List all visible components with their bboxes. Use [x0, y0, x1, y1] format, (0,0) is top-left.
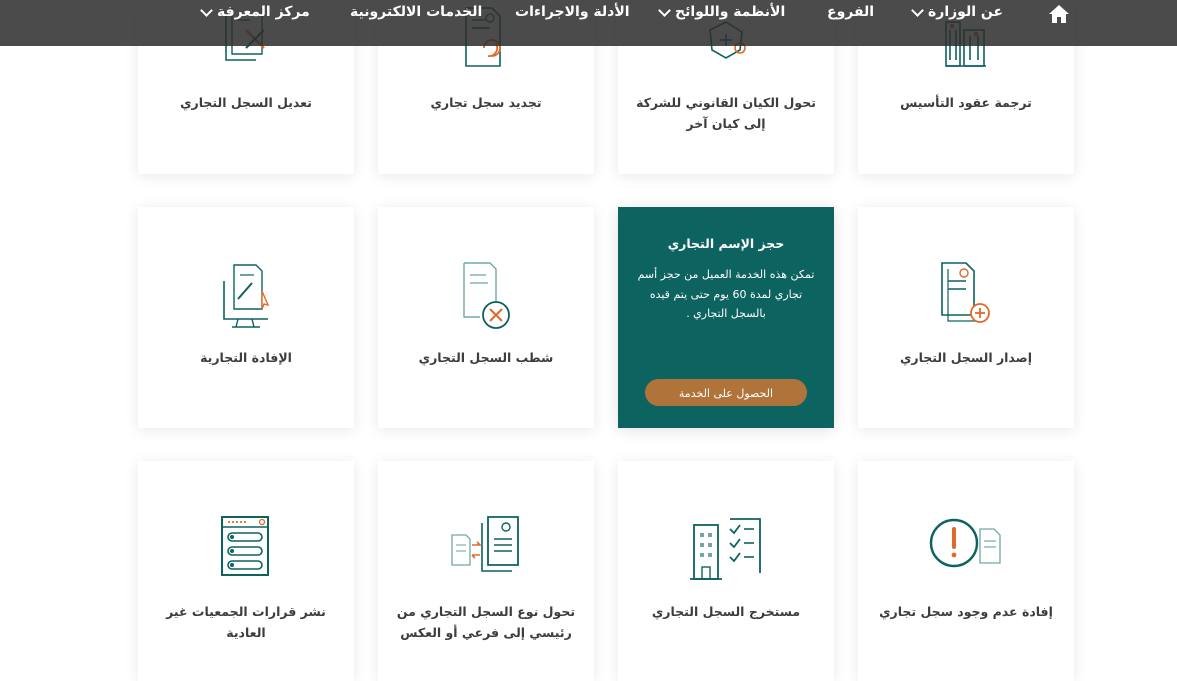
featured-title: حجز الإسم التجاري: [667, 236, 785, 251]
service-card-delete-record[interactable]: شطب السجل التجاري: [378, 207, 594, 428]
service-title: شطب السجل التجاري: [418, 350, 554, 365]
document-exchange-icon: [378, 513, 594, 585]
service-title: تعديل السجل التجاري: [180, 95, 312, 110]
nav-branches-label: الفروع: [827, 4, 875, 20]
service-card-publish-decisions[interactable]: نشر قرارات الجمعيات غير العادية: [138, 461, 354, 681]
nav-guides-label: الأدلة والاجراءات: [515, 4, 630, 20]
service-title: إصدار السجل التجاري: [899, 350, 1033, 365]
form-list-icon: [138, 513, 354, 585]
nav-knowledge-center[interactable]: مركز المعرفة: [200, 3, 310, 23]
service-title: نشر قرارات الجمعيات غير العادية: [166, 604, 326, 640]
nav-e-services[interactable]: الخدمات الالكترونية: [350, 3, 482, 23]
nav-e-services-label: الخدمات الالكترونية: [350, 4, 483, 20]
nav-about-label: عن الوزارة: [928, 4, 1004, 20]
service-card-issue-record[interactable]: إصدار السجل التجاري: [858, 207, 1074, 428]
get-service-button[interactable]: الحصول على الخدمة: [645, 379, 807, 406]
service-title: تجديد سجل تجاري: [430, 95, 542, 110]
service-card-no-record-certificate[interactable]: إفادة عدم وجود سجل تجاري: [858, 461, 1074, 681]
top-navbar: عن الوزارة الفروع الأنظمة واللوائح الأدل…: [0, 0, 1177, 46]
computer-document-icon: [138, 259, 354, 331]
add-document-icon: [858, 259, 1074, 331]
nav-regulations[interactable]: الأنظمة واللوائح: [658, 3, 786, 23]
nav-about-ministry[interactable]: عن الوزارة: [911, 3, 1004, 23]
service-title: تحول الكيان القانوني للشركة إلى كيان آخر: [636, 95, 816, 131]
service-card-commercial-statement[interactable]: الإفادة التجارية: [138, 207, 354, 428]
chevron-down-icon: [200, 4, 213, 17]
featured-description: تمكن هذه الخدمة العميل من حجز أسم تجاري …: [637, 268, 815, 320]
service-title: ترجمة عقود التأسيس: [900, 95, 1032, 110]
service-card-reserve-name-featured[interactable]: حجز الإسم التجاري تمكن هذه الخدمة العميل…: [618, 207, 834, 428]
building-checklist-icon: [618, 513, 834, 585]
nav-regulations-label: الأنظمة واللوائح: [675, 4, 786, 20]
chevron-down-icon: [658, 4, 671, 17]
nav-guides[interactable]: الأدلة والاجراءات: [515, 3, 630, 23]
service-title: الإفادة التجارية: [200, 350, 292, 365]
service-card-record-extract[interactable]: مستخرج السجل التجاري: [618, 461, 834, 681]
exclamation-icon: [858, 513, 1074, 585]
service-card-record-type-transform[interactable]: تحول نوع السجل التجاري من رئيسي إلى فرعي…: [378, 461, 594, 681]
service-title: إفادة عدم وجود سجل تجاري: [879, 604, 1053, 619]
nav-knowledge-label: مركز المعرفة: [217, 4, 310, 20]
home-icon[interactable]: [1048, 4, 1070, 24]
chevron-down-icon: [911, 4, 924, 17]
service-title: مستخرج السجل التجاري: [651, 604, 801, 619]
service-title: تحول نوع السجل التجاري من رئيسي إلى فرعي…: [396, 604, 576, 640]
delete-document-icon: [378, 259, 594, 331]
nav-branches[interactable]: الفروع: [827, 3, 874, 23]
